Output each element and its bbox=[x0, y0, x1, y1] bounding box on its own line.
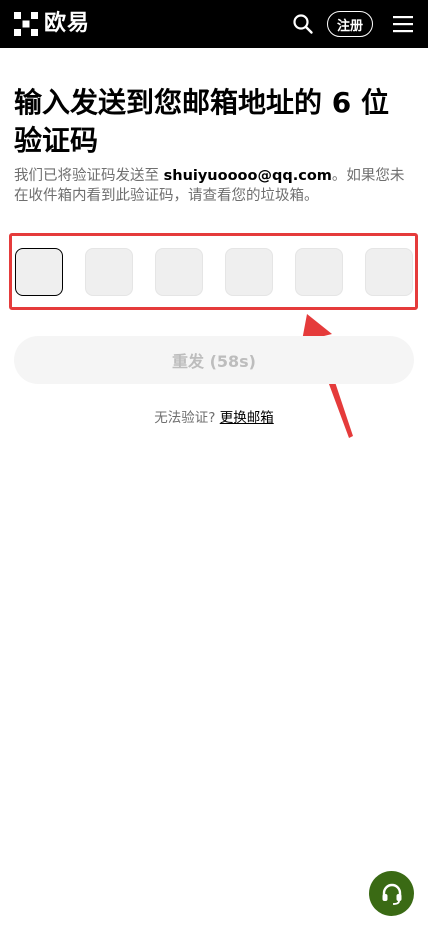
code-digit-input-5[interactable] bbox=[295, 248, 343, 296]
email-address: shuiyuoooo@qq.com bbox=[163, 168, 332, 184]
help-line: 无法验证? 更换邮箱 bbox=[0, 406, 428, 426]
code-digit-input-3[interactable] bbox=[155, 248, 203, 296]
headset-icon bbox=[382, 883, 401, 905]
customer-support-button[interactable] bbox=[369, 871, 414, 916]
brand-name: 欧易 bbox=[44, 11, 91, 36]
verification-description: 我们已将验证码发送至 shuiyuoooo@qq.com。如果您未在收件箱内看到… bbox=[14, 166, 414, 206]
register-button[interactable]: 注册 bbox=[327, 11, 373, 37]
code-digit-input-1[interactable] bbox=[15, 248, 63, 296]
annotation-highlight-box bbox=[9, 233, 418, 310]
menu-icon[interactable] bbox=[392, 15, 414, 33]
description-prefix: 我们已将验证码发送至 bbox=[14, 168, 164, 184]
code-digit-input-4[interactable] bbox=[225, 248, 273, 296]
help-question: 无法验证? bbox=[154, 410, 216, 426]
top-nav-bar: 欧易 注册 bbox=[0, 0, 428, 48]
code-digit-input-6[interactable] bbox=[365, 248, 413, 296]
change-email-link[interactable]: 更换邮箱 bbox=[220, 410, 274, 426]
page-title: 输入发送到您邮箱地址的 6 位验证码 bbox=[14, 86, 389, 157]
brand-logo[interactable]: 欧易 bbox=[14, 12, 90, 36]
okx-logo-icon bbox=[14, 12, 38, 36]
code-digit-input-2[interactable] bbox=[85, 248, 133, 296]
search-icon[interactable] bbox=[292, 13, 314, 35]
resend-code-button[interactable]: 重发 (58s) bbox=[14, 336, 414, 384]
